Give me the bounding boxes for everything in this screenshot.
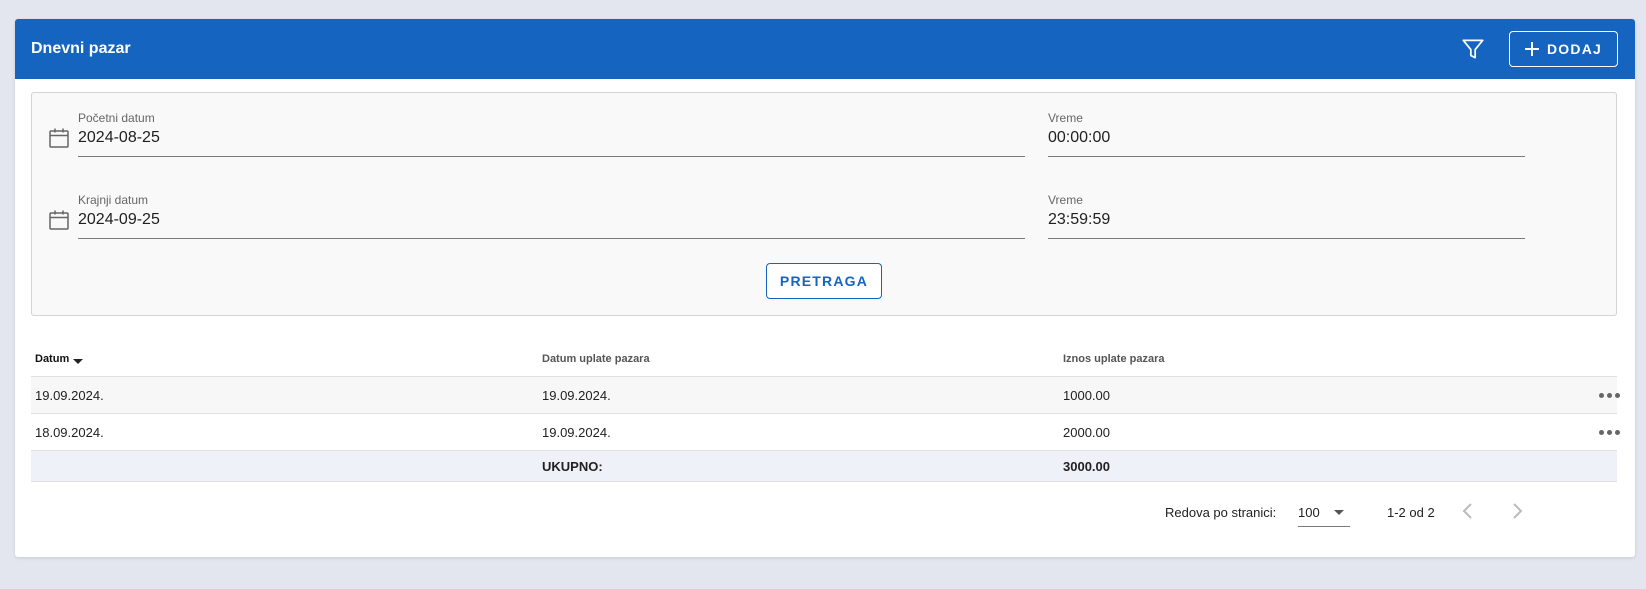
search-button[interactable]: PRETRAGA xyxy=(766,263,882,299)
sort-desc-icon xyxy=(73,359,84,364)
end-date-value: 2024-09-25 xyxy=(78,211,160,228)
revenue-table: Datum Datum uplate pazara Iznos uplate p… xyxy=(31,341,1620,482)
cell-payment-amount: 2000.00 xyxy=(1063,425,1110,440)
table-total-row: UKUPNO: 3000.00 xyxy=(31,451,1617,482)
cell-payment-date: 19.09.2024. xyxy=(542,425,611,440)
column-header-payment-date[interactable]: Datum uplate pazara xyxy=(542,353,650,365)
pagination: Redova po stranici: 100 1-2 od 2 xyxy=(31,495,1617,531)
start-time-label: Vreme xyxy=(1048,111,1083,125)
plus-icon xyxy=(1524,42,1539,56)
cell-payment-date: 19.09.2024. xyxy=(542,388,611,403)
add-button-label: DODAJ xyxy=(1546,41,1602,57)
end-date-field[interactable]: Krajnji datum 2024-09-25 xyxy=(78,175,1025,239)
cell-payment-amount: 1000.00 xyxy=(1063,388,1110,403)
rows-per-page-value: 100 xyxy=(1298,505,1320,520)
page-title: Dnevni pazar xyxy=(31,40,131,57)
total-label: UKUPNO: xyxy=(542,459,603,474)
cell-datum: 19.09.2024. xyxy=(35,388,104,403)
daily-revenue-card: Dnevni pazar DODAJ Početni datum 2024-08… xyxy=(15,19,1635,557)
rows-per-page-select[interactable]: 100 xyxy=(1298,495,1350,527)
table-row[interactable]: 18.09.2024. 19.09.2024. 2000.00 xyxy=(31,414,1620,451)
chevron-down-icon xyxy=(1334,510,1344,515)
add-button[interactable]: DODAJ xyxy=(1509,31,1618,67)
card-header: Dnevni pazar DODAJ xyxy=(15,19,1635,79)
column-header-label: Datum xyxy=(35,353,70,365)
table-row[interactable]: 19.09.2024. 19.09.2024. 1000.00 xyxy=(31,377,1620,414)
row-actions-icon[interactable] xyxy=(1599,393,1620,398)
chevron-right-icon[interactable] xyxy=(1505,499,1529,523)
rows-per-page-label: Redova po stranici: xyxy=(1165,505,1277,520)
start-time-value: 00:00:00 xyxy=(1048,129,1111,146)
end-time-field[interactable]: Vreme 23:59:59 xyxy=(1048,175,1525,239)
start-date-label: Početni datum xyxy=(78,111,155,125)
table-header: Datum Datum uplate pazara Iznos uplate p… xyxy=(31,341,1617,377)
cell-datum: 18.09.2024. xyxy=(35,425,104,440)
calendar-icon[interactable] xyxy=(47,126,71,150)
pagination-range: 1-2 od 2 xyxy=(1387,505,1435,520)
end-time-value: 23:59:59 xyxy=(1048,211,1111,228)
total-value: 3000.00 xyxy=(1063,459,1110,474)
start-time-field[interactable]: Vreme 00:00:00 xyxy=(1048,93,1525,157)
start-date-value: 2024-08-25 xyxy=(78,129,160,146)
calendar-icon[interactable] xyxy=(47,208,71,232)
column-header-datum[interactable]: Datum xyxy=(35,353,84,365)
filter-panel: Početni datum 2024-08-25 Vreme 00:00:00 … xyxy=(31,92,1617,316)
start-date-field[interactable]: Početni datum 2024-08-25 xyxy=(78,93,1025,157)
column-header-payment-amount[interactable]: Iznos uplate pazara xyxy=(1063,353,1164,365)
filter-toggle-button[interactable] xyxy=(1457,33,1489,65)
end-date-label: Krajnji datum xyxy=(78,193,149,207)
filter-icon xyxy=(1462,39,1484,59)
row-actions-icon[interactable] xyxy=(1599,430,1620,435)
chevron-left-icon[interactable] xyxy=(1456,499,1480,523)
end-time-label: Vreme xyxy=(1048,193,1083,207)
